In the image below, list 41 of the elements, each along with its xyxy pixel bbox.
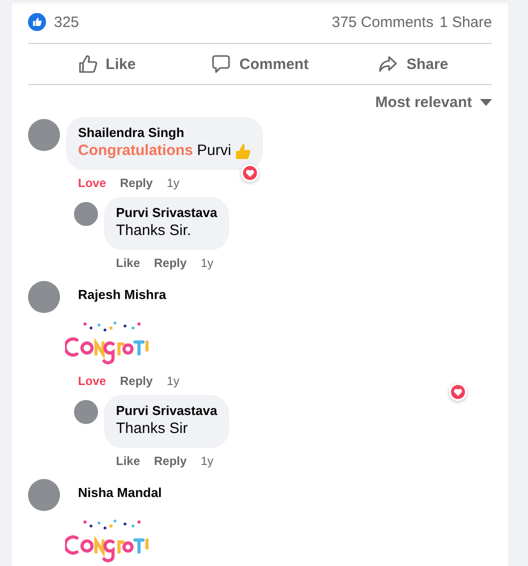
comment-time[interactable]: 1y bbox=[200, 255, 214, 271]
avatar[interactable] bbox=[74, 202, 98, 226]
reply-link[interactable]: Reply bbox=[120, 373, 153, 389]
speech-bubble-icon bbox=[211, 54, 232, 74]
author-name[interactable]: Purvi Srivastava bbox=[116, 403, 218, 419]
author-name[interactable]: Nisha Mandal bbox=[78, 485, 162, 501]
comment-time[interactable]: 1y bbox=[166, 175, 180, 191]
react-link[interactable]: Love bbox=[78, 175, 106, 191]
react-link[interactable]: Love bbox=[78, 373, 106, 389]
caret-icon bbox=[480, 99, 492, 106]
reaction-count[interactable]: 325 bbox=[54, 14, 80, 30]
comment-text: Thanks Sir bbox=[116, 419, 188, 439]
shares-count[interactable]: 1 Share bbox=[439, 14, 492, 30]
comment-text: Purvi bbox=[197, 141, 232, 161]
highlighted-text: Congratulations bbox=[78, 141, 193, 161]
react-link[interactable]: Like bbox=[116, 453, 140, 469]
reply-link[interactable]: Reply bbox=[154, 255, 187, 271]
heart-reaction-icon[interactable] bbox=[449, 383, 467, 401]
avatar[interactable] bbox=[74, 400, 98, 424]
reply-link[interactable]: Reply bbox=[120, 175, 153, 191]
avatar[interactable] bbox=[28, 479, 60, 511]
heart-reaction-icon[interactable] bbox=[241, 164, 260, 182]
comments-count[interactable]: 375 Comments bbox=[332, 14, 434, 30]
avatar[interactable] bbox=[28, 281, 60, 313]
share-arrow-icon bbox=[378, 54, 398, 74]
share-button[interactable]: Share bbox=[336, 44, 490, 84]
avatar[interactable] bbox=[28, 119, 60, 151]
thumbs-up-icon bbox=[78, 54, 98, 74]
react-link[interactable]: Like bbox=[116, 255, 140, 271]
comment-time[interactable]: 1y bbox=[166, 373, 180, 389]
like-button[interactable]: Like bbox=[30, 44, 184, 84]
author-name[interactable]: Purvi Srivastava bbox=[116, 205, 218, 221]
comment-text: Thanks Sir. bbox=[116, 221, 192, 241]
sort-dropdown[interactable]: Most relevant bbox=[375, 94, 492, 111]
comment-time[interactable]: 1y bbox=[200, 453, 214, 469]
comment-button[interactable]: Comment bbox=[183, 44, 337, 84]
thumbs-up-emoji-icon bbox=[235, 142, 252, 160]
author-name[interactable]: Shailendra Singh bbox=[78, 125, 252, 141]
author-name[interactable]: Rajesh Mishra bbox=[78, 287, 166, 303]
reply-link[interactable]: Reply bbox=[154, 453, 187, 469]
like-reaction-icon[interactable] bbox=[28, 13, 46, 31]
